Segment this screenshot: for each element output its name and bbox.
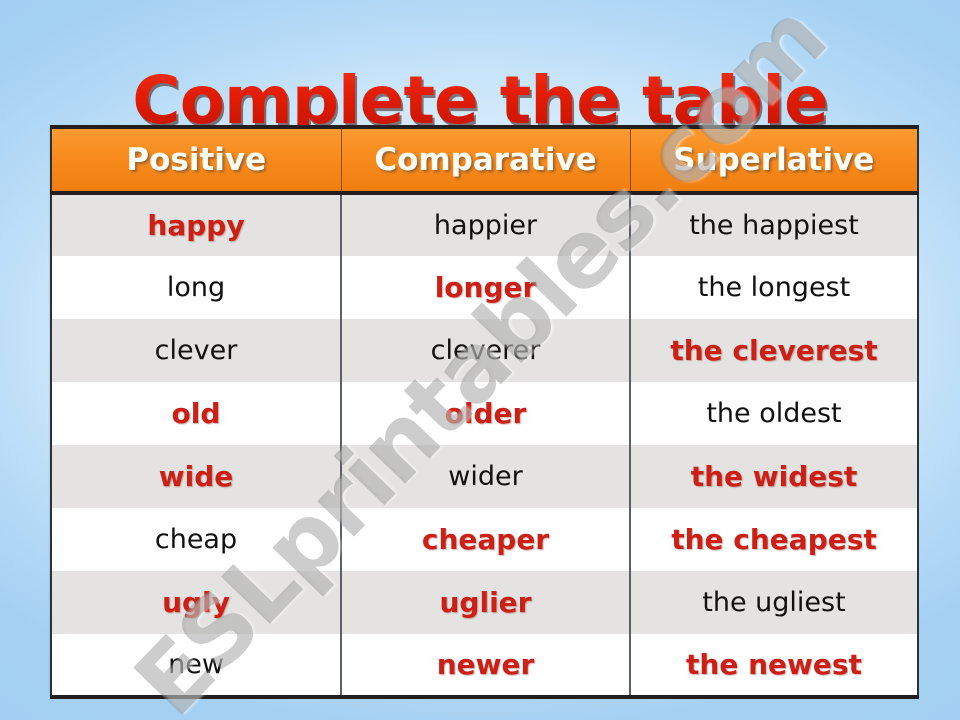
table-cell-answer[interactable]: happy — [50, 193, 342, 256]
table-row: long longer the longest — [50, 256, 919, 319]
table-cell-prompt[interactable]: the longest — [629, 256, 919, 319]
column-header-positive: Positive — [50, 125, 342, 195]
table-row: wide wider the widest — [50, 445, 919, 508]
table-cell-answer[interactable]: cheaper — [340, 508, 631, 571]
header-row: Positive Comparative Superlative — [50, 125, 919, 195]
table-row: new newer the newest — [50, 634, 919, 699]
table-row: ugly uglier the ugliest — [50, 571, 919, 634]
table-row: old older the oldest — [50, 382, 919, 445]
table-cell-prompt[interactable]: clever — [50, 319, 342, 382]
comparatives-table: Positive Comparative Superlative happy ha… — [50, 125, 919, 699]
column-header-comparative: Comparative — [340, 125, 631, 195]
table-cell-prompt[interactable]: cheap — [50, 508, 342, 571]
table-cell-answer[interactable]: the cheapest — [629, 508, 919, 571]
table-cell-answer[interactable]: longer — [340, 256, 631, 319]
table-cell-answer[interactable]: the widest — [629, 445, 919, 508]
table-row: cheap cheaper the cheapest — [50, 508, 919, 571]
table-cell-prompt[interactable]: the ugliest — [629, 571, 919, 634]
table-cell-prompt[interactable]: new — [50, 634, 342, 699]
table-body: happy happier the happiest long longer the lo… — [50, 193, 919, 699]
table-cell-answer[interactable]: wide — [50, 445, 342, 508]
table-cell-answer[interactable]: older — [340, 382, 631, 445]
table-cell-prompt[interactable]: cleverer — [340, 319, 631, 382]
table-cell-answer[interactable]: the newest — [629, 634, 919, 699]
table-header: Positive Comparative Superlative — [50, 125, 919, 195]
worksheet-page: Complete the table Positive Comparative … — [0, 0, 960, 720]
table-cell-prompt[interactable]: the happiest — [629, 193, 919, 256]
table-cell-answer[interactable]: ugly — [50, 571, 342, 634]
table-cell-prompt[interactable]: long — [50, 256, 342, 319]
table-cell-answer[interactable]: the cleverest — [629, 319, 919, 382]
table-cell-answer[interactable]: old — [50, 382, 342, 445]
grammar-table-container: Positive Comparative Superlative happy ha… — [50, 125, 919, 699]
table-cell-answer[interactable]: uglier — [340, 571, 631, 634]
column-header-superlative: Superlative — [629, 125, 919, 195]
table-cell-answer[interactable]: newer — [340, 634, 631, 699]
table-cell-prompt[interactable]: wider — [340, 445, 631, 508]
table-cell-prompt[interactable]: happier — [340, 193, 631, 256]
table-cell-prompt[interactable]: the oldest — [629, 382, 919, 445]
table-row: clever cleverer the cleverest — [50, 319, 919, 382]
table-row: happy happier the happiest — [50, 193, 919, 256]
